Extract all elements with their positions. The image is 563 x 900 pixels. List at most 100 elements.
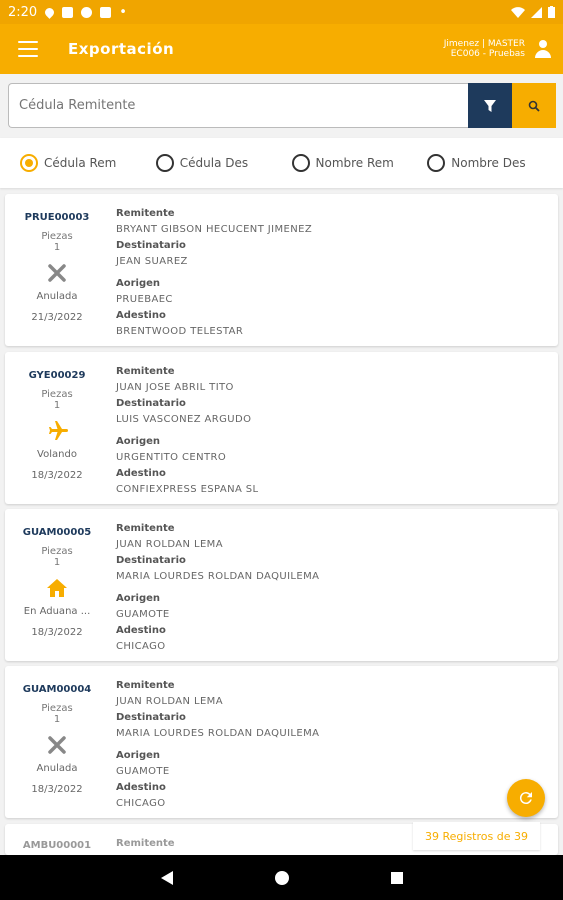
refresh-icon: [519, 792, 532, 805]
adestino-value: CHICAGO: [116, 641, 166, 652]
aorigen-label: Aorigen: [116, 750, 161, 761]
adestino-value: BRENTWOOD TELESTAR: [116, 326, 244, 337]
status-bar: 2:20 •: [0, 0, 563, 24]
search-bar: [8, 83, 556, 128]
remitente-value: JUAN ROLDAN LEMA: [116, 696, 223, 707]
shipment-code: GYE00029: [28, 370, 86, 381]
mail-icon: [62, 6, 74, 18]
status-text: Anulada: [36, 291, 78, 302]
status-text: Volando: [37, 449, 77, 460]
piezas-value: 1: [53, 714, 61, 725]
radio-selected-icon[interactable]: [20, 154, 38, 172]
remitente-label: Remitente: [116, 680, 175, 691]
signal-icon: [531, 6, 542, 18]
aorigen-label: Aorigen: [116, 593, 161, 604]
radio-nombre-des[interactable]: Nombre Des: [427, 154, 563, 172]
remitente-label: Remitente: [116, 838, 175, 849]
aorigen-value: PRUEBAEC: [116, 294, 173, 305]
destinatario-label: Destinatario: [116, 712, 186, 723]
back-icon[interactable]: [160, 870, 174, 886]
shipment-date: 18/3/2022: [31, 784, 83, 795]
battery-icon: [548, 6, 555, 18]
destinatario-value: JEAN SUAREZ: [116, 256, 188, 267]
search-input[interactable]: [8, 83, 468, 128]
radio-cedula-rem[interactable]: Cédula Rem: [20, 154, 156, 172]
recents-icon[interactable]: [390, 871, 404, 885]
shipment-card[interactable]: GYE00029 Piezas 1 Volando 18/3/2022 Remi…: [5, 352, 558, 504]
piezas-label: Piezas: [41, 231, 73, 242]
aorigen-label: Aorigen: [116, 436, 161, 447]
records-counter: 39 Registros de 39: [413, 822, 540, 850]
home-icon: [47, 579, 67, 597]
piezas-label: Piezas: [41, 546, 73, 557]
piezas-label: Piezas: [41, 703, 73, 714]
remitente-label: Remitente: [116, 366, 175, 377]
filter-icon: [484, 99, 496, 112]
user-office: EC006 - Pruebas: [450, 49, 525, 59]
status-text: En Aduana ...: [23, 606, 91, 617]
piezas-label: Piezas: [41, 389, 73, 400]
wifi-icon: [511, 6, 525, 18]
piezas-value: 1: [53, 400, 61, 411]
radio-label: Nombre Des: [451, 156, 526, 170]
shipment-card[interactable]: PRUE00003 Piezas 1 Anulada 21/3/2022 Rem…: [5, 194, 558, 346]
refresh-button[interactable]: [507, 779, 545, 817]
shipment-code: AMBU00001: [22, 840, 92, 851]
shipment-date: 18/3/2022: [31, 627, 83, 638]
status-time: 2:20: [8, 4, 38, 20]
filter-button[interactable]: [468, 83, 512, 128]
user-name: Jimenez | MASTER: [443, 39, 525, 49]
adestino-value: CONFIEXPRESS ESPANA SL: [116, 484, 259, 495]
shipment-card[interactable]: GUAM00004 Piezas 1 Anulada 18/3/2022 Rem…: [5, 666, 558, 818]
shipment-card[interactable]: GUAM00005 Piezas 1 En Aduana ... 18/3/20…: [5, 509, 558, 661]
shipment-code: GUAM00005: [22, 527, 92, 538]
aorigen-label: Aorigen: [116, 278, 161, 289]
adestino-value: CHICAGO: [116, 798, 166, 809]
remitente-value: JUAN JOSE ABRIL TITO: [116, 382, 234, 393]
sd-card-icon: [100, 6, 112, 18]
person-icon[interactable]: [533, 39, 553, 59]
shipment-code: PRUE00003: [24, 212, 90, 223]
remitente-value: JUAN ROLDAN LEMA: [116, 539, 223, 550]
shipment-date: 18/3/2022: [31, 470, 83, 481]
adestino-label: Adestino: [116, 782, 166, 793]
search-button[interactable]: [512, 83, 556, 128]
location-icon: [43, 5, 57, 19]
aorigen-value: GUAMOTE: [116, 766, 170, 777]
destinatario-value: MARIA LOURDES ROLDAN DAQUILEMA: [116, 728, 320, 739]
shipment-date: 21/3/2022: [31, 312, 83, 323]
radio-unselected-icon[interactable]: [291, 154, 310, 172]
piezas-value: 1: [53, 557, 61, 568]
piezas-value: 1: [53, 242, 61, 253]
radio-label: Nombre Rem: [315, 156, 394, 170]
aorigen-value: GUAMOTE: [116, 609, 170, 620]
search-type-radio-group: Cédula Rem Cédula Des Nombre Rem Nombre …: [0, 138, 563, 188]
adestino-label: Adestino: [116, 625, 166, 636]
aorigen-value: URGENTITO CENTRO: [116, 452, 227, 463]
remitente-label: Remitente: [116, 208, 175, 219]
destinatario-label: Destinatario: [116, 240, 186, 251]
shipment-code: GUAM00004: [22, 684, 92, 695]
destinatario-label: Destinatario: [116, 398, 186, 409]
radio-label: Cédula Rem: [44, 156, 117, 170]
radio-nombre-rem[interactable]: Nombre Rem: [291, 154, 428, 172]
radio-unselected-icon[interactable]: [155, 154, 174, 172]
user-info[interactable]: Jimenez | MASTER EC006 - Pruebas: [444, 39, 553, 59]
destinatario-value: LUIS VASCONEZ ARGUDO: [116, 414, 252, 425]
remitente-value: BRYANT GIBSON HECUCENT JIMENEZ: [116, 224, 313, 235]
radio-unselected-icon[interactable]: [427, 154, 446, 172]
radio-cedula-des[interactable]: Cédula Des: [155, 154, 292, 172]
adestino-label: Adestino: [116, 310, 166, 321]
cancel-icon: [48, 264, 66, 282]
notification-dot: •: [119, 4, 127, 20]
page-title: Exportación: [68, 40, 175, 58]
status-text: Anulada: [36, 763, 78, 774]
app-bar: Exportación Jimenez | MASTER EC006 - Pru…: [0, 24, 563, 74]
home-nav-icon[interactable]: [274, 870, 290, 886]
sync-icon: [81, 6, 93, 18]
destinatario-value: MARIA LOURDES ROLDAN DAQUILEMA: [116, 571, 320, 582]
menu-icon[interactable]: [18, 41, 38, 57]
cancel-icon: [48, 736, 66, 754]
destinatario-label: Destinatario: [116, 555, 186, 566]
system-nav-bar: [0, 855, 563, 900]
